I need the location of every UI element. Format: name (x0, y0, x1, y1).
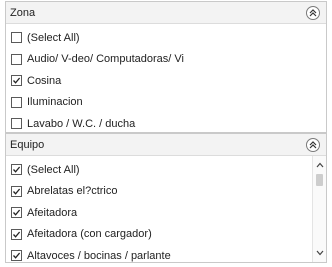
checkbox[interactable] (11, 250, 22, 262)
equipo-list: (Select All) Abrelatas el?ctrico Afeitad… (6, 156, 326, 265)
equipo-item-afeitadora[interactable]: Afeitadora (6, 202, 326, 224)
scrollbar-thumb[interactable] (316, 174, 323, 186)
double-chevron-up-icon (309, 8, 317, 16)
equipo-scrollbar[interactable] (312, 156, 326, 262)
zona-item-select-all[interactable]: (Select All) (6, 27, 326, 49)
item-label: (Select All) (27, 31, 80, 44)
item-label: Cosina (27, 74, 62, 87)
equipo-collapse-button[interactable] (306, 137, 320, 152)
zona-collapse-button[interactable] (306, 5, 320, 20)
checkbox[interactable] (11, 53, 22, 65)
zona-item-lavabo[interactable]: Lavabo / W.C. / ducha (6, 113, 326, 135)
item-label: (Select All) (27, 163, 80, 176)
item-label: Afeitadora (27, 206, 78, 219)
equipo-item-altavoces[interactable]: Altavoces / bocinas / parlante (6, 245, 326, 267)
check-icon (13, 77, 21, 85)
checkbox[interactable] (11, 96, 22, 108)
check-icon (13, 209, 21, 217)
equipo-item-abrelatas[interactable]: Abrelatas el?ctrico (6, 181, 326, 203)
equipo-header: Equipo (6, 134, 326, 156)
checkbox[interactable] (11, 228, 22, 240)
item-label: Iluminacion (27, 96, 83, 109)
equipo-title: Equipo (10, 138, 45, 151)
check-icon (13, 231, 21, 238)
scroll-up-arrow-icon (316, 162, 323, 168)
item-label: Afeitadora (con cargador) (27, 228, 152, 241)
checkbox[interactable] (11, 32, 22, 44)
zona-title: Zona (10, 6, 36, 19)
item-label: Audio/ V-deo/ Computadoras/ Vi (27, 53, 184, 66)
zona-item-cosina[interactable]: Cosina (6, 70, 326, 92)
item-label: Abrelatas el?ctrico (27, 185, 118, 198)
check-icon (13, 166, 21, 174)
equipo-item-select-all[interactable]: (Select All) (6, 159, 326, 181)
item-label: Altavoces / bocinas / parlante (27, 249, 171, 262)
checkbox[interactable] (11, 207, 22, 219)
check-icon (13, 188, 21, 195)
checkbox[interactable] (11, 75, 22, 87)
checkbox[interactable] (11, 164, 22, 176)
double-chevron-up-icon (309, 140, 317, 148)
checkbox[interactable] (11, 118, 22, 130)
zona-item-audio-video[interactable]: Audio/ V-deo/ Computadoras/ Vi (6, 49, 326, 71)
scroll-down-arrow-icon (316, 250, 323, 256)
item-label: Lavabo / W.C. / ducha (27, 117, 136, 130)
scroll-down-button[interactable] (313, 246, 326, 260)
zona-header: Zona (6, 2, 326, 24)
scroll-up-button[interactable] (313, 158, 326, 172)
zona-item-iluminacion[interactable]: Iluminacion (6, 92, 326, 114)
checkbox[interactable] (11, 185, 22, 197)
equipo-item-afeitadora-cargador[interactable]: Afeitadora (con cargador) (6, 224, 326, 246)
check-icon (13, 252, 21, 260)
zona-filter-panel: Zona (Select All) Audio/ V-deo/ Computad… (5, 1, 327, 133)
zona-list: (Select All) Audio/ V-deo/ Computadoras/… (6, 24, 326, 135)
equipo-filter-panel: Equipo (Select All) Abrelatas el?ctrico (5, 133, 327, 263)
